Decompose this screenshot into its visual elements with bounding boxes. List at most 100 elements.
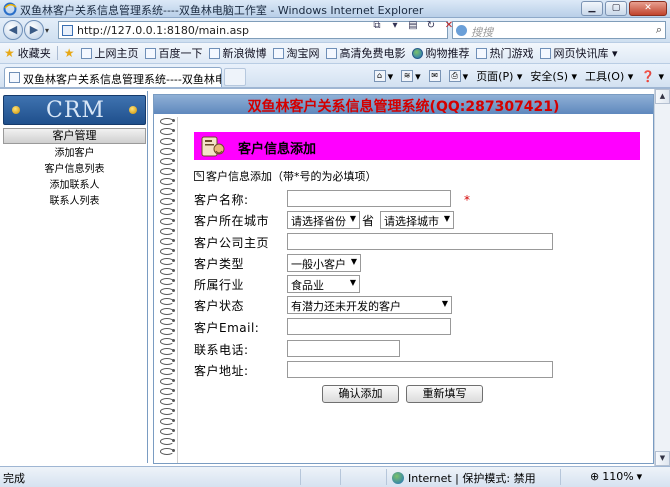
new-tab-button[interactable] [224, 68, 246, 86]
field-label: 联系电话: [194, 343, 249, 357]
system-title: 双鱼林客户关系信息管理系统(QQ:287307421) [247, 99, 560, 115]
chevron-down-icon: ▾ [636, 470, 643, 483]
field-label: 客户地址: [194, 364, 249, 378]
printer-icon: ⎙ [448, 70, 461, 82]
row-name: 客户名称: * [194, 190, 634, 208]
field-label: 客户类型 [194, 257, 245, 271]
customer-status-select[interactable]: 有潜力还未开发的客户 ▼ [287, 296, 452, 314]
spiral-ring [158, 117, 176, 125]
spiral-ring [158, 387, 176, 395]
favorite-link[interactable]: 上网主页 [80, 45, 139, 61]
refresh-icon[interactable]: ↻ [424, 19, 438, 33]
spiral-ring [158, 357, 176, 365]
favorite-link[interactable]: 网页快讯库 ▾ [539, 45, 618, 61]
zoom-control[interactable]: ⊕ 110% ▾ [590, 470, 642, 483]
page-icon [144, 47, 156, 59]
history-dropdown-icon[interactable]: ▾ [45, 26, 49, 35]
form-hint: ✎ 客户信息添加（带*号的为必填项） [194, 170, 377, 183]
submit-button[interactable]: 确认添加 [322, 385, 399, 403]
status-bar: 完成 Internet | 保护模式: 禁用 ⊕ 110% ▾ [0, 466, 670, 487]
page-icon [539, 47, 551, 59]
spiral-ring [158, 377, 176, 385]
tools-menu[interactable]: 工具(O) ▾ [585, 68, 633, 84]
window-title: 双鱼林客户关系信息管理系统----双鱼林电脑工作室 - Windows Inte… [20, 4, 424, 17]
spiral-ring [158, 177, 176, 185]
spiral-ring [158, 237, 176, 245]
favorite-link[interactable]: 新浪微博 [208, 45, 267, 61]
address-input[interactable] [287, 361, 553, 378]
tab-bar: 双鱼林客户关系信息管理系统----双鱼林电脑工作... ⌂▾ ≋▾ ✉ ⎙▾ 页… [0, 64, 670, 88]
search-input[interactable]: 搜搜 ⌕ [452, 21, 666, 39]
favorite-link[interactable]: 百度一下 [144, 45, 203, 61]
maximize-button[interactable]: ▢ [605, 1, 627, 16]
scroll-up-icon[interactable]: ▲ [655, 89, 670, 104]
customer-type-select[interactable]: 一般小客户 ▼ [287, 254, 361, 272]
home-button[interactable]: ⌂ ▾ [373, 70, 393, 83]
vertical-scrollbar[interactable]: ▲ ▼ [654, 89, 670, 466]
province-select[interactable]: 请选择省份 ▼ [287, 211, 360, 229]
industry-select[interactable]: 食品业 ▼ [287, 275, 360, 293]
main-header: 双鱼林客户关系信息管理系统(QQ:287307421) [154, 95, 653, 115]
customer-name-input[interactable] [287, 190, 451, 207]
spiral-ring [158, 217, 176, 225]
mail-icon: ✉ [428, 70, 441, 82]
help-menu[interactable]: ❓ ▾ [641, 70, 664, 83]
row-phone: 联系电话: [194, 340, 634, 358]
spiral-ring [158, 337, 176, 345]
security-zone[interactable]: Internet | 保护模式: 禁用 [392, 470, 536, 486]
phone-input[interactable] [287, 340, 400, 357]
feeds-button[interactable]: ≋ ▾ [401, 70, 421, 83]
reset-button[interactable]: 重新填写 [406, 385, 483, 403]
tab-active[interactable]: 双鱼林客户关系信息管理系统----双鱼林电脑工作... [4, 67, 222, 87]
back-arrow-icon: ◀ [8, 23, 18, 36]
add-favorite-icon[interactable]: ★ [64, 46, 75, 60]
left-menu: CRM 客户管理 添加客户 客户信息列表 添加联系人 联系人列表 [0, 91, 148, 463]
spiral-ring [158, 307, 176, 315]
compatibility-icon[interactable]: ⧉ [370, 19, 384, 33]
mail-button[interactable]: ✉ [428, 70, 441, 82]
field-label: 客户状态 [194, 299, 245, 313]
homepage-input[interactable] [287, 233, 553, 250]
close-button[interactable]: ✕ [629, 1, 667, 16]
back-button[interactable]: ◀ [3, 20, 23, 40]
page-icon [475, 47, 487, 59]
url-text: http://127.0.0.1:8180/main.asp [77, 24, 250, 37]
row-address: 客户地址: [194, 361, 634, 379]
sidebar-item-customer-list[interactable]: 客户信息列表 [3, 162, 146, 178]
spiral-ring [158, 437, 176, 445]
sidebar-item-add-customer[interactable]: 添加客户 [3, 146, 146, 162]
page-icon [325, 47, 337, 59]
favorite-link[interactable]: 热门游戏 [475, 45, 534, 61]
spiral-ring [158, 427, 176, 435]
page-icon [208, 47, 220, 59]
divider [386, 469, 387, 485]
print-button[interactable]: ⎙ ▾ [448, 70, 468, 83]
row-status: 客户状态 有潜力还未开发的客户 ▼ [194, 296, 634, 314]
page-icon [9, 72, 20, 83]
window-titlebar: 双鱼林客户关系信息管理系统----双鱼林电脑工作室 - Windows Inte… [0, 0, 670, 18]
search-icon[interactable]: ⌕ [656, 23, 662, 37]
sidebar-item-add-contact[interactable]: 添加联系人 [3, 178, 146, 194]
spiral-ring [158, 147, 176, 155]
favorite-link[interactable]: 购物推荐 [411, 45, 470, 61]
sidebar-item-contact-list[interactable]: 联系人列表 [3, 194, 146, 210]
safety-menu[interactable]: 安全(S) ▾ [530, 68, 577, 84]
page-menu[interactable]: 页面(P) ▾ [476, 68, 522, 84]
dropdown-icon[interactable]: ▾ [388, 19, 402, 33]
spiral-ring [158, 277, 176, 285]
favorites-button[interactable]: ★ 收藏夹 [4, 45, 51, 61]
city-select[interactable]: 请选择城市 ▼ [380, 211, 454, 229]
crm-logo: CRM [3, 95, 146, 125]
spiral-ring [158, 207, 176, 215]
favorite-link[interactable]: 淘宝网 [272, 45, 320, 61]
scroll-down-icon[interactable]: ▼ [655, 451, 670, 466]
spiral-ring [158, 417, 176, 425]
forward-button[interactable]: ▶ [24, 20, 44, 40]
favorite-link[interactable]: 高清免费电影 [325, 45, 406, 61]
rss-icon: ≋ [401, 70, 414, 82]
page-viewport: CRM 客户管理 添加客户 客户信息列表 添加联系人 联系人列表 双鱼林客户关系… [0, 88, 670, 466]
rss-icon[interactable]: ▤ [406, 19, 420, 33]
email-input[interactable] [287, 318, 451, 335]
minimize-button[interactable]: ▁ [581, 1, 603, 16]
contact-card-icon [201, 136, 225, 157]
